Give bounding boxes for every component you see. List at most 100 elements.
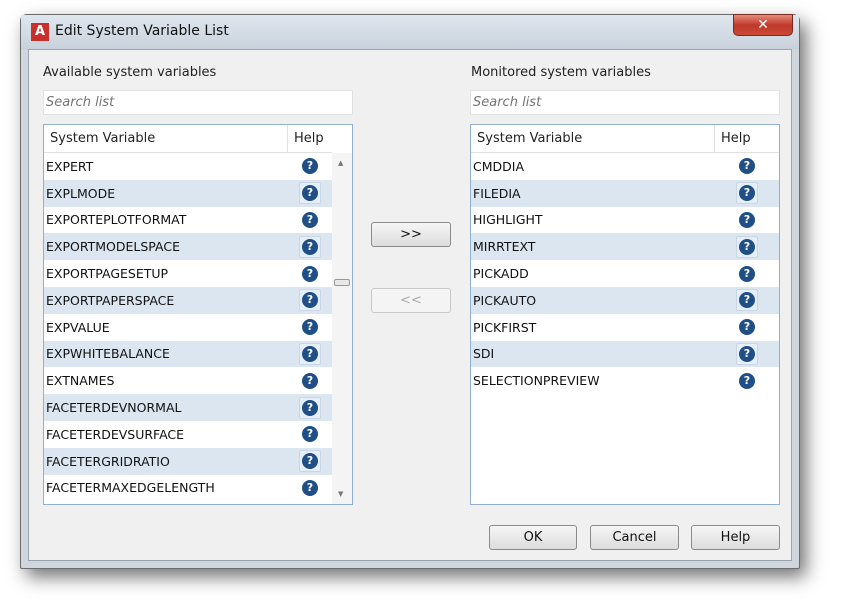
variable-name: EXPORTPAPERSPACE (46, 292, 175, 308)
help-question-icon[interactable]: ? (302, 158, 318, 175)
variable-name: SELECTIONPREVIEW (473, 373, 600, 389)
help-question-icon[interactable]: ? (739, 372, 755, 389)
help-question-icon[interactable]: ? (739, 211, 755, 228)
help-question-icon[interactable]: ? (739, 265, 755, 282)
help-question-icon[interactable]: ? (302, 372, 318, 389)
table-row[interactable]: FACETERDEVNORMAL? (44, 394, 332, 421)
help-question-icon[interactable]: ? (739, 292, 755, 309)
column-header-system-variable[interactable]: System Variable (44, 125, 288, 152)
help-question-icon[interactable]: ? (302, 453, 318, 470)
variable-name: EXPWHITEBALANCE (46, 346, 170, 362)
help-question-icon[interactable]: ? (739, 345, 755, 362)
variable-name: HIGHLIGHT (473, 212, 543, 228)
scroll-down-arrow-icon[interactable]: ▼ (338, 490, 343, 498)
table-row[interactable]: EXPVALUE? (44, 314, 332, 341)
help-question-icon[interactable]: ? (739, 238, 755, 255)
table-row[interactable]: EXPORTPAPERSPACE? (44, 286, 332, 314)
help-link[interactable]: ? (299, 316, 321, 338)
available-label: Available system variables (43, 65, 217, 80)
table-row[interactable]: EXPERT? (44, 153, 332, 180)
help-question-icon[interactable]: ? (302, 211, 318, 228)
variable-name: FACETERGRIDRATIO (46, 453, 170, 469)
help-link[interactable]: ? (736, 342, 758, 365)
help-link[interactable]: ? (299, 477, 321, 499)
table-row[interactable]: SDI? (471, 340, 779, 368)
table-row[interactable]: EXPORTEPLOTFORMAT? (44, 207, 332, 234)
available-table: System Variable Help EXPERT? EXPLMODE? EXPO… (43, 124, 353, 505)
help-link[interactable]: ? (299, 263, 321, 285)
table-row[interactable]: FACETERDEVSURFACE? (44, 421, 332, 448)
help-question-icon[interactable]: ? (302, 238, 318, 255)
help-button[interactable]: Help (691, 525, 780, 550)
table-row[interactable]: SELECTIONPREVIEW? (471, 367, 779, 394)
scroll-up-arrow-icon[interactable]: ▲ (338, 159, 343, 167)
table-row[interactable]: EXTNAMES? (44, 367, 332, 394)
variable-name: EXPVALUE (46, 319, 110, 335)
ok-button[interactable]: OK (489, 525, 577, 550)
add-to-monitored-button[interactable]: >> (371, 222, 451, 247)
close-button[interactable]: ✕ (733, 14, 793, 36)
help-link[interactable]: ? (299, 370, 321, 392)
help-link[interactable]: ? (736, 155, 758, 177)
help-link[interactable]: ? (299, 155, 321, 177)
help-link[interactable]: ? (299, 289, 321, 312)
table-row[interactable]: PICKAUTO? (471, 286, 779, 314)
variable-name: EXPORTPAGESETUP (46, 266, 169, 282)
monitored-search-input[interactable] (470, 90, 780, 115)
help-link[interactable]: ? (299, 396, 321, 419)
help-question-icon[interactable]: ? (302, 319, 318, 336)
help-question-icon[interactable]: ? (302, 185, 318, 202)
help-question-icon[interactable]: ? (302, 426, 318, 443)
variable-name: FILEDIA (473, 185, 521, 201)
vertical-scrollbar[interactable]: ▲ ▼ (332, 153, 352, 504)
help-link[interactable]: ? (299, 209, 321, 231)
column-header-help[interactable]: Help (288, 125, 332, 152)
variable-name: EXPORTEPLOTFORMAT (46, 212, 187, 228)
help-link[interactable]: ? (736, 263, 758, 285)
table-row[interactable]: FACETERGRIDRATIO? (44, 447, 332, 475)
help-link[interactable]: ? (736, 235, 758, 258)
dialog-title: Edit System Variable List (55, 23, 229, 39)
help-question-icon[interactable]: ? (739, 185, 755, 202)
table-row[interactable]: EXPORTPAGESETUP? (44, 260, 332, 287)
table-row[interactable]: PICKADD? (471, 260, 779, 287)
table-row[interactable]: EXPORTMODELSPACE? (44, 233, 332, 261)
help-question-icon[interactable]: ? (302, 292, 318, 309)
table-row[interactable]: PICKFIRST? (471, 314, 779, 341)
variable-name: EXPERT (46, 158, 94, 174)
available-search-input[interactable] (43, 90, 353, 115)
scrollbar-thumb[interactable] (334, 279, 350, 286)
help-link[interactable]: ? (299, 450, 321, 473)
help-question-icon[interactable]: ? (739, 319, 755, 336)
help-link[interactable]: ? (299, 342, 321, 365)
table-row[interactable]: CMDDIA? (471, 153, 779, 180)
table-row[interactable]: FACETERMAXEDGELENGTH? (44, 475, 332, 502)
help-link[interactable]: ? (299, 235, 321, 258)
help-question-icon[interactable]: ? (302, 399, 318, 416)
help-question-icon[interactable]: ? (302, 479, 318, 496)
table-row[interactable]: EXPWHITEBALANCE? (44, 340, 332, 368)
column-header-system-variable[interactable]: System Variable (471, 125, 715, 152)
help-link[interactable]: ? (299, 182, 321, 205)
table-row[interactable]: MIRRTEXT? (471, 233, 779, 261)
help-question-icon[interactable]: ? (302, 265, 318, 282)
help-link[interactable]: ? (736, 289, 758, 312)
table-row[interactable]: HIGHLIGHT? (471, 207, 779, 234)
variable-name: FACETERDEVNORMAL (46, 400, 182, 416)
remove-from-monitored-button[interactable]: << (371, 288, 451, 313)
help-link[interactable]: ? (736, 316, 758, 338)
help-question-icon[interactable]: ? (302, 345, 318, 362)
help-link[interactable]: ? (736, 209, 758, 231)
table-row[interactable]: FILEDIA? (471, 179, 779, 207)
column-header-help[interactable]: Help (715, 125, 779, 152)
variable-name: CMDDIA (473, 158, 525, 174)
help-link[interactable]: ? (736, 370, 758, 392)
variable-name: SDI (473, 346, 495, 362)
variable-name: EXPLMODE (46, 185, 116, 201)
table-row[interactable]: EXPLMODE? (44, 179, 332, 207)
help-link[interactable]: ? (736, 182, 758, 205)
help-question-icon[interactable]: ? (739, 158, 755, 175)
title-bar[interactable]: A Edit System Variable List ✕ (21, 14, 799, 49)
cancel-button[interactable]: Cancel (590, 525, 679, 550)
help-link[interactable]: ? (299, 423, 321, 445)
